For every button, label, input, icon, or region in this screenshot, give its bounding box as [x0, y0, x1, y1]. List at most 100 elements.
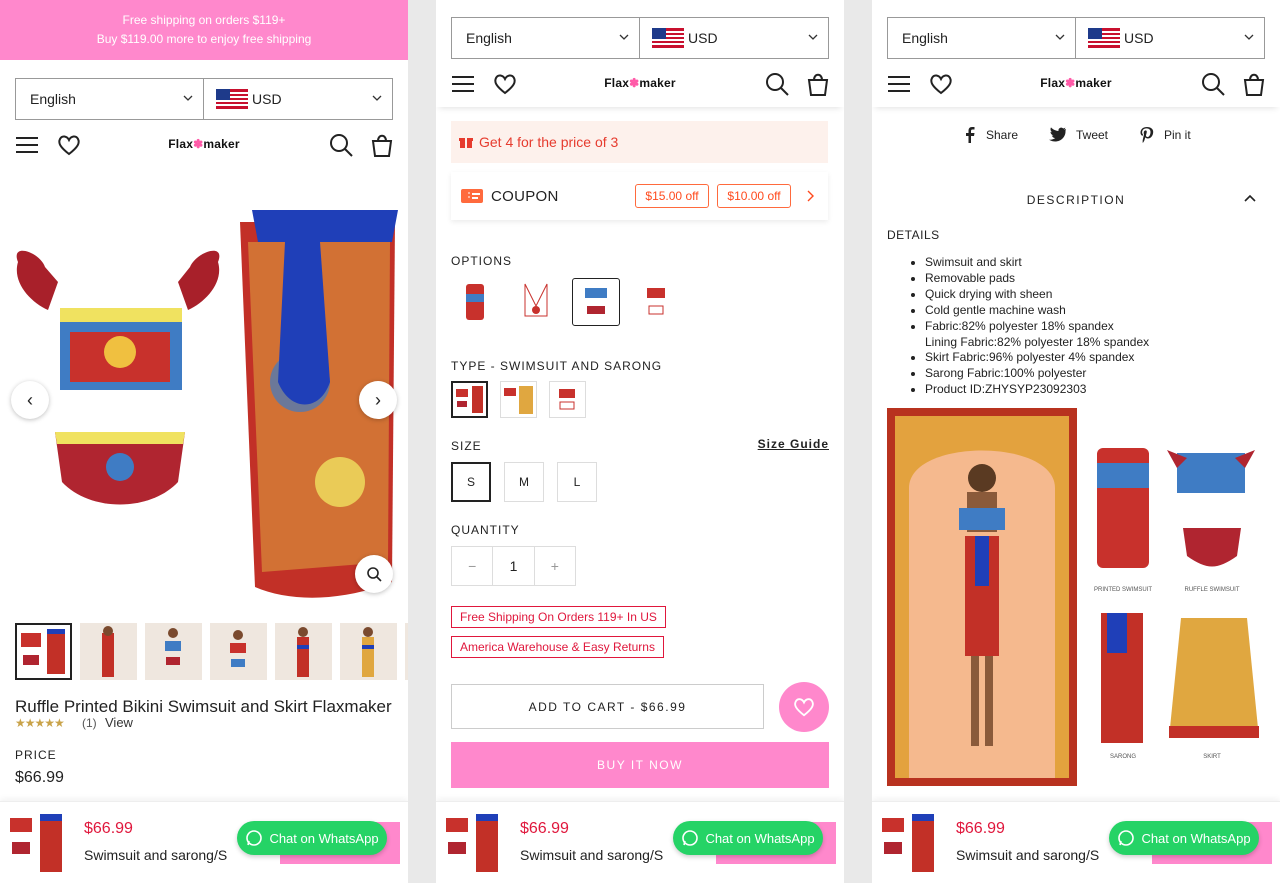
type-swatch[interactable] — [500, 381, 537, 418]
logo-text-right: maker — [639, 76, 676, 90]
details-item: Skirt Fabric:96% polyester 4% spandex — [925, 350, 1149, 366]
option-swatch[interactable] — [632, 278, 680, 326]
details-item: Cold gentle machine wash — [925, 303, 1149, 319]
currency-value: USD — [1124, 30, 1154, 46]
language-select[interactable]: English — [451, 17, 640, 59]
quantity-label: QUANTITY — [451, 523, 520, 537]
site-header: Flax✽maker — [436, 59, 844, 107]
language-select[interactable]: English — [887, 17, 1076, 59]
sticky-price: $66.99 — [956, 820, 1005, 837]
thumbnail[interactable] — [405, 623, 408, 680]
type-swatch[interactable] — [549, 381, 586, 418]
cart-bag-icon[interactable] — [1241, 71, 1267, 97]
pinterest-share-button[interactable]: Pin it — [1140, 127, 1191, 143]
twitter-share-button[interactable]: Tweet — [1048, 127, 1108, 142]
sticky-variant: Swimsuit and sarong/S — [956, 847, 1100, 863]
facebook-share-button[interactable]: Share — [964, 127, 1018, 143]
quantity-increase-button[interactable]: + — [535, 547, 575, 585]
next-image-button[interactable]: › — [359, 381, 397, 419]
type-swatch[interactable] — [451, 381, 488, 418]
collage-caption: RUFFLE SWIMSUIT — [1184, 587, 1240, 593]
shipping-badge: Free Shipping On Orders 119+ In US — [451, 606, 666, 628]
promo-banner[interactable]: Get 4 for the price of 3 — [451, 121, 828, 163]
panel-product-description: English USD Flax✽maker Share Tweet Pin i… — [872, 0, 1280, 883]
logo-text-right: maker — [203, 137, 240, 151]
whatsapp-chat-button[interactable]: Chat on WhatsApp — [673, 821, 823, 855]
share-label: Share — [986, 128, 1019, 142]
thumbnail[interactable] — [15, 623, 72, 680]
sticky-variant: Swimsuit and sarong/S — [520, 847, 664, 863]
currency-select[interactable]: USD — [640, 17, 829, 59]
coupon-ticket-icon — [461, 189, 483, 203]
swimsuit-illustration — [16, 210, 398, 598]
sticky-price: $66.99 — [84, 820, 133, 837]
size-option[interactable]: S — [451, 462, 491, 502]
locale-selectors: English USD — [887, 17, 1265, 59]
logo-text-left: Flax — [604, 76, 630, 90]
thumbnail[interactable] — [80, 623, 137, 680]
coupon-tag[interactable]: $10.00 off — [717, 184, 791, 208]
chevron-up-icon — [1244, 194, 1256, 202]
twitter-icon — [1049, 127, 1066, 142]
size-option[interactable]: L — [557, 462, 597, 502]
thumbnail[interactable] — [145, 623, 202, 680]
quantity-input[interactable]: 1 — [492, 547, 535, 585]
sticky-product-thumbnail — [10, 814, 62, 872]
currency-select[interactable]: USD — [204, 78, 393, 120]
add-to-cart-button[interactable]: ADD TO CART - $66.99 — [451, 684, 764, 729]
description-accordion-header[interactable]: DESCRIPTION — [872, 193, 1280, 207]
whatsapp-chat-button[interactable]: Chat on WhatsApp — [237, 821, 387, 855]
details-item: Quick drying with sheen — [925, 287, 1149, 303]
language-value: English — [466, 30, 512, 46]
sticky-add-bar: $66.99 Swimsuit and sarong/S Chat on Wha… — [0, 801, 408, 883]
view-reviews-link[interactable]: View — [105, 715, 133, 730]
quantity-decrease-button[interactable]: − — [452, 547, 492, 585]
whatsapp-label: Chat on WhatsApp — [1141, 830, 1251, 846]
zoom-button[interactable] — [355, 555, 393, 593]
panel-product-top: Free shipping on orders $119+ Buy $119.0… — [0, 0, 408, 883]
whatsapp-icon — [682, 830, 699, 846]
us-flag-icon — [1088, 28, 1120, 48]
search-icon[interactable] — [1200, 71, 1226, 97]
cart-bag-icon[interactable] — [369, 132, 395, 158]
thumbnail[interactable] — [210, 623, 267, 680]
option-swatch[interactable] — [572, 278, 620, 326]
search-icon[interactable] — [328, 132, 354, 158]
search-icon[interactable] — [764, 71, 790, 97]
whatsapp-chat-button[interactable]: Chat on WhatsApp — [1109, 821, 1259, 855]
product-collage-image: PRINTED SWIMSUIT RUFFLE SWIMSUIT SARONG … — [887, 408, 1265, 790]
thumbnail[interactable] — [275, 623, 332, 680]
thumbnail[interactable] — [340, 623, 397, 680]
coupon-bar[interactable]: COUPON $15.00 off $10.00 off — [451, 172, 828, 220]
buy-now-button[interactable]: BUY IT NOW — [451, 742, 829, 788]
currency-select[interactable]: USD — [1076, 17, 1265, 59]
collage-illustration — [887, 408, 1259, 786]
whatsapp-label: Chat on WhatsApp — [269, 830, 379, 846]
wishlist-button[interactable] — [779, 682, 829, 732]
language-select[interactable]: English — [15, 78, 204, 120]
details-item: Swimsuit and skirt — [925, 255, 1149, 271]
size-guide-link[interactable]: Size Guide — [758, 437, 829, 451]
announcement-line-1: Free shipping on orders $119+ — [122, 13, 286, 27]
coupon-tag[interactable]: $15.00 off — [635, 184, 709, 208]
prev-image-button[interactable]: ‹ — [11, 381, 49, 419]
option-swatch[interactable] — [451, 278, 499, 326]
price-label: PRICE — [15, 748, 57, 762]
details-item: Sarong Fabric:100% polyester — [925, 366, 1149, 382]
warehouse-badge: America Warehouse & Easy Returns — [451, 636, 664, 658]
type-label: TYPE - SWIMSUIT AND SARONG — [451, 359, 663, 373]
chevron-down-icon — [183, 95, 193, 101]
language-value: English — [30, 91, 76, 107]
product-main-image: ‹ › — [0, 182, 408, 602]
chevron-down-icon — [808, 34, 818, 40]
facebook-icon — [966, 127, 975, 143]
option-swatch[interactable] — [512, 278, 560, 326]
product-price: $66.99 — [15, 769, 64, 786]
chevron-down-icon — [1055, 34, 1065, 40]
description-heading: DESCRIPTION — [1026, 193, 1126, 207]
cart-bag-icon[interactable] — [805, 71, 831, 97]
chevron-down-icon — [619, 34, 629, 40]
details-item: Product ID:ZHYSYP23092303 — [925, 382, 1149, 398]
whatsapp-label: Chat on WhatsApp — [705, 830, 815, 846]
size-option[interactable]: M — [504, 462, 544, 502]
